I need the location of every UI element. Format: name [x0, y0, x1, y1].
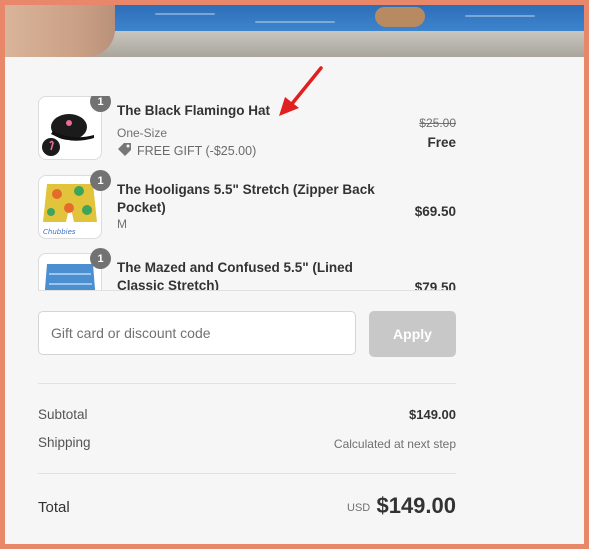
subtotal-value: $149.00 [409, 407, 456, 422]
product-variant: One-Size [117, 126, 168, 140]
divider [38, 473, 456, 474]
shipping-label: Shipping [38, 435, 91, 450]
shipping-value: Calculated at next step [333, 437, 456, 451]
discount-code-input[interactable] [38, 311, 356, 355]
product-name: The Black Flamingo Hat [117, 103, 271, 118]
product-variant: M [117, 217, 127, 231]
total-value: $149.00 [376, 493, 456, 518]
quantity-badge: 1 [90, 96, 111, 112]
product-name: The Mazed and Confused 5.5" (Lined Class… [117, 260, 353, 291]
divider [38, 383, 456, 384]
checkout-panel: 1 The Black Flamingo Hat One-Size FREE G… [5, 5, 584, 544]
total-label: Total [38, 499, 70, 516]
product-price: Free [427, 135, 456, 150]
product-price: $69.50 [414, 204, 456, 219]
header-photo [5, 5, 584, 57]
quantity-badge: 1 [90, 248, 111, 269]
svg-text:Chubbies: Chubbies [43, 228, 76, 236]
product-name: The Hooligans 5.5" Stretch (Zipper Back … [117, 182, 375, 215]
tag-icon [117, 142, 132, 160]
subtotal-label: Subtotal [38, 407, 88, 422]
discount-form: Apply [38, 311, 456, 357]
gift-discount: FREE GIFT (-$25.00) [117, 142, 256, 160]
product-price: $79.50 [414, 280, 456, 291]
currency-code: USD [347, 502, 371, 514]
subtotal-row: Subtotal $149.00 [38, 407, 456, 427]
apply-button[interactable]: Apply [369, 311, 456, 357]
shipping-row: Shipping Calculated at next step [38, 435, 456, 455]
gift-label: FREE GIFT (-$25.00) [137, 144, 257, 158]
original-price: $25.00 [419, 116, 456, 130]
quantity-badge: 1 [90, 170, 111, 191]
order-items-list[interactable]: 1 The Black Flamingo Hat One-Size FREE G… [38, 96, 456, 291]
